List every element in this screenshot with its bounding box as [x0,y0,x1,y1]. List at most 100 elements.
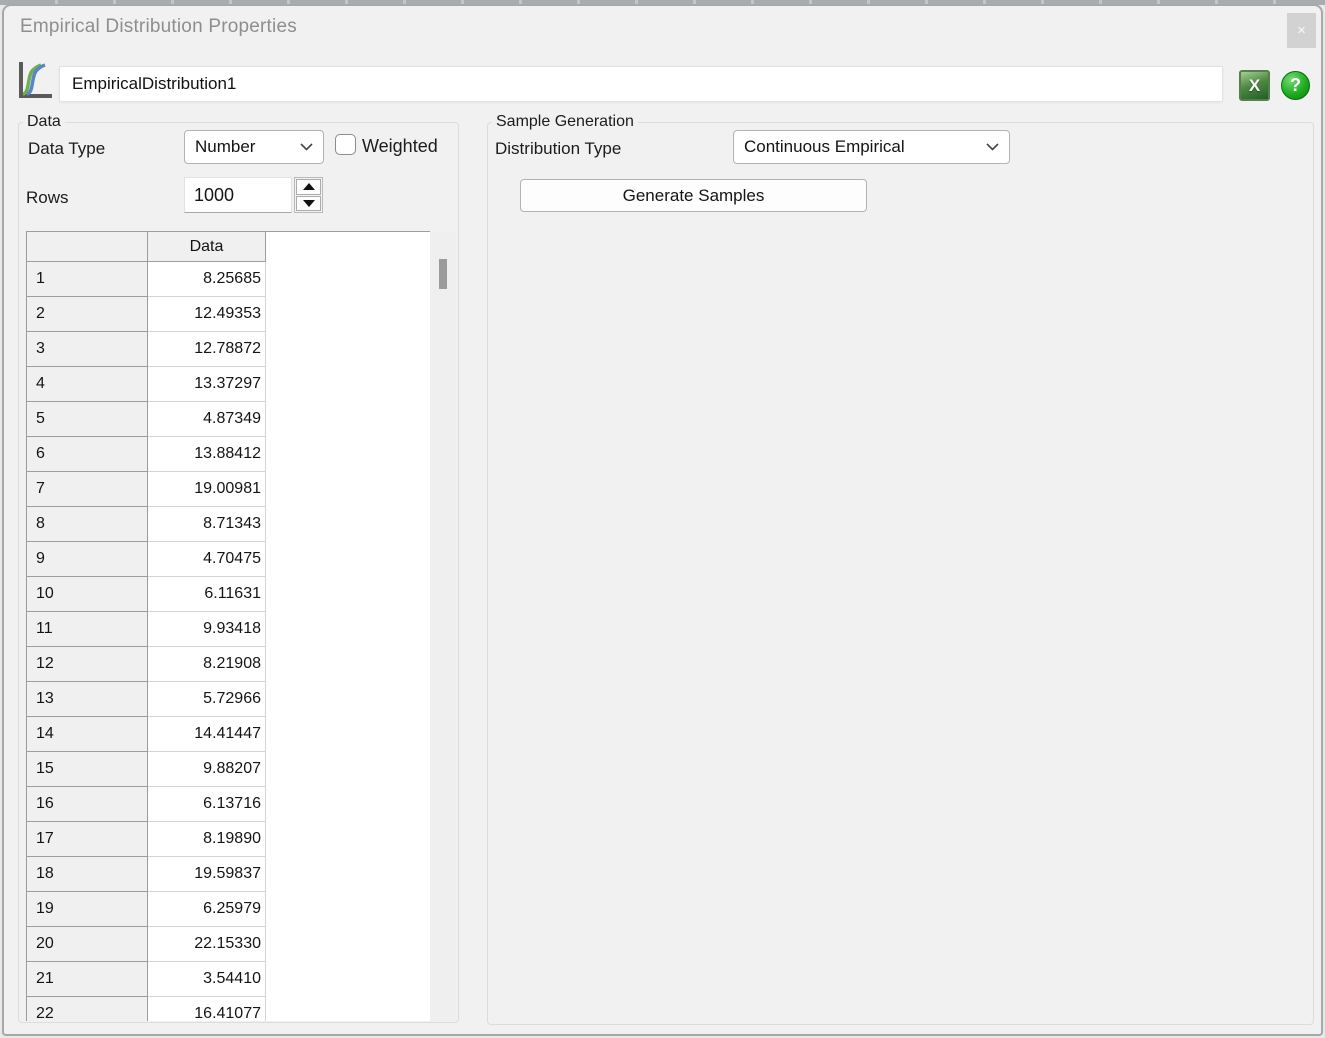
row-index-cell: 8 [27,507,148,542]
table-row: 613.88412 [27,437,430,472]
scrollbar-thumb[interactable] [439,259,447,289]
rows-label: Rows [26,188,69,208]
spinner-down-button[interactable] [296,196,321,212]
row-index-cell: 12 [27,647,148,682]
table-row: 213.54410 [27,962,430,997]
data-value-cell[interactable]: 16.41077 [148,997,266,1021]
row-index-cell: 2 [27,297,148,332]
generate-samples-button[interactable]: Generate Samples [520,179,867,212]
table-row: 94.70475 [27,542,430,577]
table-row: 2216.41077 [27,997,430,1021]
data-value-cell[interactable]: 14.41447 [148,717,266,752]
data-table-header: Data [27,232,430,262]
arrow-up-icon [303,183,315,190]
data-value-cell[interactable]: 8.21908 [148,647,266,682]
chevron-down-icon [300,143,313,151]
data-type-value: Number [195,137,255,157]
table-row: 2022.15330 [27,927,430,962]
data-value-cell[interactable]: 6.11631 [148,577,266,612]
data-value-cell[interactable]: 19.00981 [148,472,266,507]
data-value-cell[interactable]: 5.72966 [148,682,266,717]
data-value-cell[interactable]: 22.15330 [148,927,266,962]
dialog-title: Empirical Distribution Properties [20,16,297,38]
row-index-cell: 19 [27,892,148,927]
row-index-cell: 6 [27,437,148,472]
table-row: 128.21908 [27,647,430,682]
table-row: 212.49353 [27,297,430,332]
table-row: 166.13716 [27,787,430,822]
row-index-cell: 20 [27,927,148,962]
data-value-cell[interactable]: 12.49353 [148,297,266,332]
data-value-cell[interactable]: 6.13716 [148,787,266,822]
table-row: 413.37297 [27,367,430,402]
close-button[interactable]: × [1287,13,1316,48]
excel-x-glyph: X [1249,76,1260,96]
page: Empirical Distribution Properties × X ? … [0,0,1325,1038]
weighted-checkbox[interactable] [335,134,356,155]
row-index-cell: 18 [27,857,148,892]
row-index-cell: 17 [27,822,148,857]
table-row: 719.00981 [27,472,430,507]
rows-input[interactable] [184,177,292,213]
table-row: 106.11631 [27,577,430,612]
data-value-cell[interactable]: 9.88207 [148,752,266,787]
help-icon[interactable]: ? [1281,71,1310,100]
row-index-cell: 15 [27,752,148,787]
row-index-cell: 14 [27,717,148,752]
row-index-cell: 1 [27,262,148,297]
distribution-type-value: Continuous Empirical [744,137,905,157]
data-value-cell[interactable]: 6.25979 [148,892,266,927]
data-column-header: Data [148,232,266,262]
excel-export-icon[interactable]: X [1239,70,1270,101]
table-row: 1819.59837 [27,857,430,892]
table-row: 54.87349 [27,402,430,437]
distribution-curve-icon [15,59,55,102]
row-index-cell: 7 [27,472,148,507]
rows-stepper [294,177,323,213]
data-table-rows: 18.25685212.49353312.78872413.3729754.87… [27,262,430,1021]
row-index-cell: 10 [27,577,148,612]
data-value-cell[interactable]: 13.88412 [148,437,266,472]
table-row: 196.25979 [27,892,430,927]
table-row: 135.72966 [27,682,430,717]
data-group-label: Data [23,113,65,131]
table-row: 1414.41447 [27,717,430,752]
table-scrollbar[interactable] [430,232,456,1021]
table-row: 159.88207 [27,752,430,787]
table-row: 312.78872 [27,332,430,367]
row-index-cell: 22 [27,997,148,1021]
data-table: Data 18.25685212.49353312.78872413.37297… [26,231,430,1021]
data-value-cell[interactable]: 13.37297 [148,367,266,402]
sample-generation-group-label: Sample Generation [492,113,638,131]
table-row: 119.93418 [27,612,430,647]
row-index-cell: 13 [27,682,148,717]
chevron-down-icon [986,143,999,151]
row-index-cell: 11 [27,612,148,647]
data-value-cell[interactable]: 8.71343 [148,507,266,542]
weighted-label: Weighted [362,136,438,157]
data-value-cell[interactable]: 8.19890 [148,822,266,857]
distribution-type-label: Distribution Type [495,139,621,159]
spinner-up-button[interactable] [296,179,321,195]
row-index-cell: 16 [27,787,148,822]
data-value-cell[interactable]: 4.87349 [148,402,266,437]
row-index-cell: 21 [27,962,148,997]
close-icon: × [1297,22,1306,39]
table-row: 178.19890 [27,822,430,857]
data-value-cell[interactable]: 4.70475 [148,542,266,577]
corner-header-cell [27,232,148,262]
data-value-cell[interactable]: 8.25685 [148,262,266,297]
name-input[interactable] [59,66,1223,102]
data-value-cell[interactable]: 9.93418 [148,612,266,647]
table-row: 88.71343 [27,507,430,542]
row-index-cell: 5 [27,402,148,437]
arrow-down-icon [303,200,315,207]
data-value-cell[interactable]: 12.78872 [148,332,266,367]
data-type-select[interactable]: Number [184,130,324,164]
help-glyph: ? [1290,75,1301,96]
data-value-cell[interactable]: 3.54410 [148,962,266,997]
distribution-type-select[interactable]: Continuous Empirical [733,130,1010,164]
row-index-cell: 4 [27,367,148,402]
data-type-label: Data Type [28,139,105,159]
data-value-cell[interactable]: 19.59837 [148,857,266,892]
